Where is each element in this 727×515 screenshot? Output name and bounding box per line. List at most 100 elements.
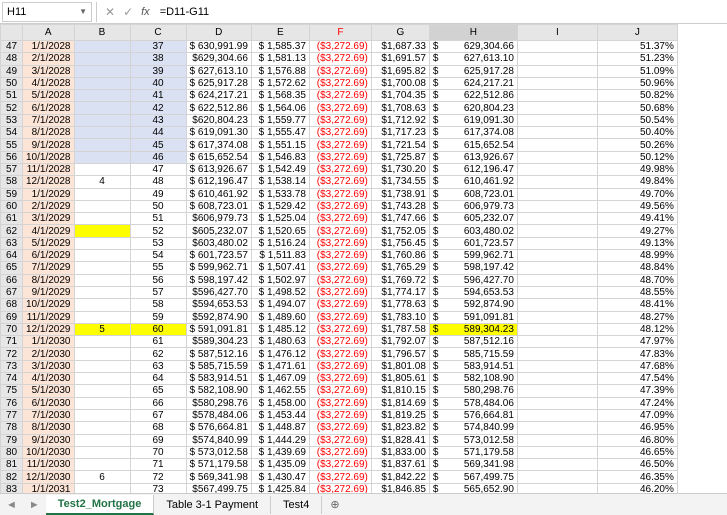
cell[interactable] — [517, 151, 597, 163]
cell[interactable]: 6/1/2029 — [23, 250, 75, 262]
cell[interactable]: 1/1/2031 — [23, 483, 75, 493]
cell[interactable]: $1,828.41 — [371, 434, 429, 446]
row-header[interactable]: 50 — [1, 77, 23, 89]
cell[interactable]: $ 1,559.77 — [251, 114, 309, 126]
cell[interactable] — [517, 286, 597, 298]
cell[interactable]: 49.84% — [597, 176, 677, 188]
cell[interactable] — [517, 90, 597, 102]
row-header[interactable]: 82 — [1, 471, 23, 483]
cell[interactable]: $ 622,512.86 — [186, 102, 251, 114]
row-header[interactable]: 54 — [1, 127, 23, 139]
row-header[interactable]: 63 — [1, 237, 23, 249]
cell[interactable]: ($3,272.69) — [309, 348, 371, 360]
cell[interactable]: $578,484.06 — [186, 409, 251, 421]
cell[interactable]: ($3,272.69) — [309, 397, 371, 409]
cell[interactable]: $1,787.58 — [371, 323, 429, 335]
cell[interactable]: $629,304.66 — [186, 53, 251, 65]
cell[interactable]: 50.40% — [597, 127, 677, 139]
cell[interactable]: $620,804.23 — [186, 114, 251, 126]
cell[interactable] — [74, 53, 130, 65]
cell[interactable]: 46.35% — [597, 471, 677, 483]
cell[interactable]: $ 1,498.52 — [251, 286, 309, 298]
cell[interactable] — [74, 90, 130, 102]
cell[interactable]: $592,874.90 — [186, 311, 251, 323]
cell[interactable]: 49 — [130, 188, 186, 200]
cell[interactable]: $624,217.21 — [429, 77, 517, 89]
cell[interactable]: 48.12% — [597, 323, 677, 335]
cell[interactable]: ($3,272.69) — [309, 323, 371, 335]
col-header-B[interactable]: B — [74, 25, 130, 41]
cell[interactable]: ($3,272.69) — [309, 471, 371, 483]
cell[interactable]: 64 — [130, 373, 186, 385]
cell[interactable]: 59 — [130, 311, 186, 323]
cell[interactable]: 72 — [130, 471, 186, 483]
cell[interactable]: 8/1/2029 — [23, 274, 75, 286]
cell[interactable]: $1,801.08 — [371, 360, 429, 372]
cell[interactable]: 43 — [130, 114, 186, 126]
cell[interactable]: 38 — [130, 53, 186, 65]
cell[interactable] — [517, 471, 597, 483]
cell[interactable] — [517, 163, 597, 175]
cell[interactable]: 49.70% — [597, 188, 677, 200]
cell[interactable]: 41 — [130, 90, 186, 102]
cell[interactable]: 56 — [130, 274, 186, 286]
cell[interactable]: $619,091.30 — [429, 114, 517, 126]
cell[interactable]: $615,652.54 — [429, 139, 517, 151]
cell[interactable]: 47.68% — [597, 360, 677, 372]
cell[interactable]: 11/1/2029 — [23, 311, 75, 323]
cell[interactable]: $ 624,217.21 — [186, 90, 251, 102]
cell[interactable]: $603,480.02 — [186, 237, 251, 249]
cell[interactable]: ($3,272.69) — [309, 77, 371, 89]
cell[interactable]: 49.41% — [597, 213, 677, 225]
cell[interactable]: 49.27% — [597, 225, 677, 237]
row-header[interactable]: 79 — [1, 434, 23, 446]
cell[interactable]: $ 1,485.12 — [251, 323, 309, 335]
cell[interactable]: $1,738.91 — [371, 188, 429, 200]
cell[interactable]: $1,695.82 — [371, 65, 429, 77]
cell[interactable]: $ 1,489.60 — [251, 311, 309, 323]
row-header[interactable]: 62 — [1, 225, 23, 237]
cell[interactable]: ($3,272.69) — [309, 250, 371, 262]
cell[interactable]: 11/1/2030 — [23, 459, 75, 471]
cell[interactable]: $ 598,197.42 — [186, 274, 251, 286]
cell[interactable]: $ 613,926.67 — [186, 163, 251, 175]
cell[interactable]: $ 1,471.61 — [251, 360, 309, 372]
col-header-D[interactable]: D — [186, 25, 251, 41]
row-header[interactable]: 49 — [1, 65, 23, 77]
cell[interactable]: 50.54% — [597, 114, 677, 126]
cell[interactable]: $ 1,494.07 — [251, 299, 309, 311]
cell[interactable]: 9/1/2029 — [23, 286, 75, 298]
cell[interactable] — [74, 274, 130, 286]
cell[interactable]: 4/1/2030 — [23, 373, 75, 385]
cell[interactable] — [74, 77, 130, 89]
cell[interactable]: 50.96% — [597, 77, 677, 89]
cell[interactable] — [517, 114, 597, 126]
cell[interactable] — [517, 237, 597, 249]
row-header[interactable]: 76 — [1, 397, 23, 409]
cell[interactable]: ($3,272.69) — [309, 422, 371, 434]
col-header-E[interactable]: E — [251, 25, 309, 41]
cell[interactable] — [517, 299, 597, 311]
cell[interactable]: $1,700.08 — [371, 77, 429, 89]
cell[interactable]: 50.12% — [597, 151, 677, 163]
cell[interactable]: ($3,272.69) — [309, 176, 371, 188]
spreadsheet-grid[interactable]: ABCDEFGHIJ471/1/202837$ 630,991.99$ 1,58… — [0, 24, 727, 493]
cell[interactable]: 48.55% — [597, 286, 677, 298]
cell[interactable]: 39 — [130, 65, 186, 77]
cell[interactable]: 46.95% — [597, 422, 677, 434]
cell[interactable]: $ 608,723.01 — [186, 200, 251, 212]
cell[interactable]: 48 — [130, 176, 186, 188]
cell[interactable]: $1,687.33 — [371, 41, 429, 53]
cell[interactable] — [74, 459, 130, 471]
cell[interactable]: $ 587,512.16 — [186, 348, 251, 360]
cell[interactable] — [74, 188, 130, 200]
cell[interactable]: $1,778.63 — [371, 299, 429, 311]
cell[interactable] — [74, 422, 130, 434]
cell[interactable]: 73 — [130, 483, 186, 493]
cell[interactable] — [517, 422, 597, 434]
cell[interactable] — [517, 262, 597, 274]
cell[interactable]: $ 1,476.12 — [251, 348, 309, 360]
cell[interactable]: 48.70% — [597, 274, 677, 286]
cell[interactable]: ($3,272.69) — [309, 163, 371, 175]
cell[interactable]: $ 1,551.15 — [251, 139, 309, 151]
